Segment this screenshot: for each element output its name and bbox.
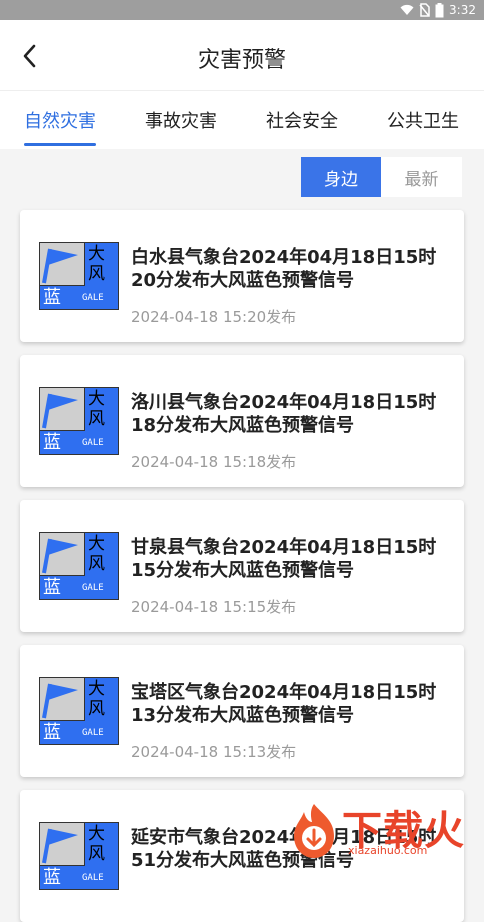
badge-flag-box bbox=[40, 678, 85, 721]
warning-time: 2024-04-18 15:20发布 bbox=[131, 308, 297, 326]
status-bar: 3:32 bbox=[0, 0, 484, 20]
flame-logo-icon bbox=[294, 804, 334, 858]
nearby-toggle-button[interactable]: 身边 bbox=[301, 157, 381, 197]
warning-title: 洛川县气象台2024年04月18日15时18分发布大风蓝色预警信号 bbox=[131, 392, 437, 436]
status-icons: 3:32 bbox=[400, 2, 476, 18]
badge-flag-box bbox=[40, 243, 85, 286]
status-time: 3:32 bbox=[449, 3, 476, 17]
warning-card[interactable]: 大风蓝 GALE 甘泉县气象台2024年04月18日15时15分发布大风蓝色预警信号… bbox=[20, 500, 464, 632]
gale-blue-warning-badge: 大风蓝 GALE bbox=[39, 532, 119, 600]
badge-color-label: 蓝 bbox=[43, 432, 61, 453]
badge-color-label: 蓝 bbox=[43, 287, 61, 308]
badge-char-wind: 风 bbox=[88, 699, 105, 719]
active-tab-indicator bbox=[24, 143, 96, 146]
badge-color-label: 蓝 bbox=[43, 577, 61, 598]
badge-char-big: 大 bbox=[88, 389, 105, 409]
warning-title: 甘泉县气象台2024年04月18日15时15分发布大风蓝色预警信号 bbox=[131, 537, 437, 581]
wind-flag-icon bbox=[42, 248, 78, 284]
badge-char-wind: 风 bbox=[88, 264, 105, 284]
gale-blue-warning-badge: 大风蓝 GALE bbox=[39, 677, 119, 745]
gale-blue-warning-badge: 大风蓝 GALE bbox=[39, 387, 119, 455]
tab-social-security[interactable]: 社会安全 bbox=[266, 107, 338, 133]
badge-flag-box bbox=[40, 823, 85, 866]
wind-flag-icon bbox=[42, 828, 78, 864]
wind-flag-icon bbox=[42, 538, 78, 574]
badge-color-label: 蓝 bbox=[43, 867, 61, 888]
badge-char-wind: 风 bbox=[88, 844, 105, 864]
battery-icon bbox=[435, 2, 444, 17]
warning-time: 2024-04-18 15:13发布 bbox=[131, 743, 297, 761]
badge-en-label: GALE bbox=[82, 293, 104, 303]
app-header: 灾害预警 bbox=[0, 20, 484, 90]
badge-char-big: 大 bbox=[88, 679, 105, 699]
gale-blue-warning-badge: 大风蓝 GALE bbox=[39, 242, 119, 310]
badge-flag-box bbox=[40, 533, 85, 576]
warning-title: 宝塔区气象台2024年04月18日15时13分发布大风蓝色预警信号 bbox=[131, 682, 437, 726]
watermark-url: xiazaihuo.com bbox=[348, 844, 428, 857]
badge-en-label: GALE bbox=[82, 438, 104, 448]
badge-en-label: GALE bbox=[82, 583, 104, 593]
warning-card[interactable]: 大风蓝 GALE 洛川县气象台2024年04月18日15时18分发布大风蓝色预警信号… bbox=[20, 355, 464, 487]
category-tabs: 自然灾害 事故灾害 社会安全 公共卫生 bbox=[0, 90, 484, 149]
warning-title: 白水县气象台2024年04月18日15时20分发布大风蓝色预警信号 bbox=[131, 247, 437, 291]
tab-natural-disaster[interactable]: 自然灾害 bbox=[24, 107, 96, 133]
badge-char-wind: 风 bbox=[88, 554, 105, 574]
warning-time: 2024-04-18 15:18发布 bbox=[131, 453, 297, 471]
badge-char-big: 大 bbox=[88, 244, 105, 264]
badge-color-label: 蓝 bbox=[43, 722, 61, 743]
wind-flag-icon bbox=[42, 683, 78, 719]
badge-char-big: 大 bbox=[88, 534, 105, 554]
page-title: 灾害预警 bbox=[197, 48, 286, 73]
badge-en-label: GALE bbox=[82, 873, 104, 883]
wifi-icon bbox=[400, 4, 414, 15]
warning-time: 2024-04-18 15:15发布 bbox=[131, 598, 297, 616]
badge-flag-box bbox=[40, 388, 85, 431]
wind-flag-icon bbox=[42, 393, 78, 429]
warning-card[interactable]: 大风蓝 GALE 白水县气象台2024年04月18日15时20分发布大风蓝色预警信号… bbox=[20, 210, 464, 342]
watermark: 下载火 xiazaihuo.com bbox=[284, 796, 484, 862]
badge-en-label: GALE bbox=[82, 728, 104, 738]
gale-blue-warning-badge: 大风蓝 GALE bbox=[39, 822, 119, 890]
badge-char-big: 大 bbox=[88, 824, 105, 844]
no-sim-icon bbox=[419, 3, 430, 17]
warning-card[interactable]: 大风蓝 GALE 宝塔区气象台2024年04月18日15时13分发布大风蓝色预警信号… bbox=[20, 645, 464, 777]
badge-char-wind: 风 bbox=[88, 409, 105, 429]
latest-toggle-button[interactable]: 最新 bbox=[381, 157, 462, 197]
tab-public-health[interactable]: 公共卫生 bbox=[387, 107, 459, 133]
tab-accident-disaster[interactable]: 事故灾害 bbox=[145, 107, 217, 133]
